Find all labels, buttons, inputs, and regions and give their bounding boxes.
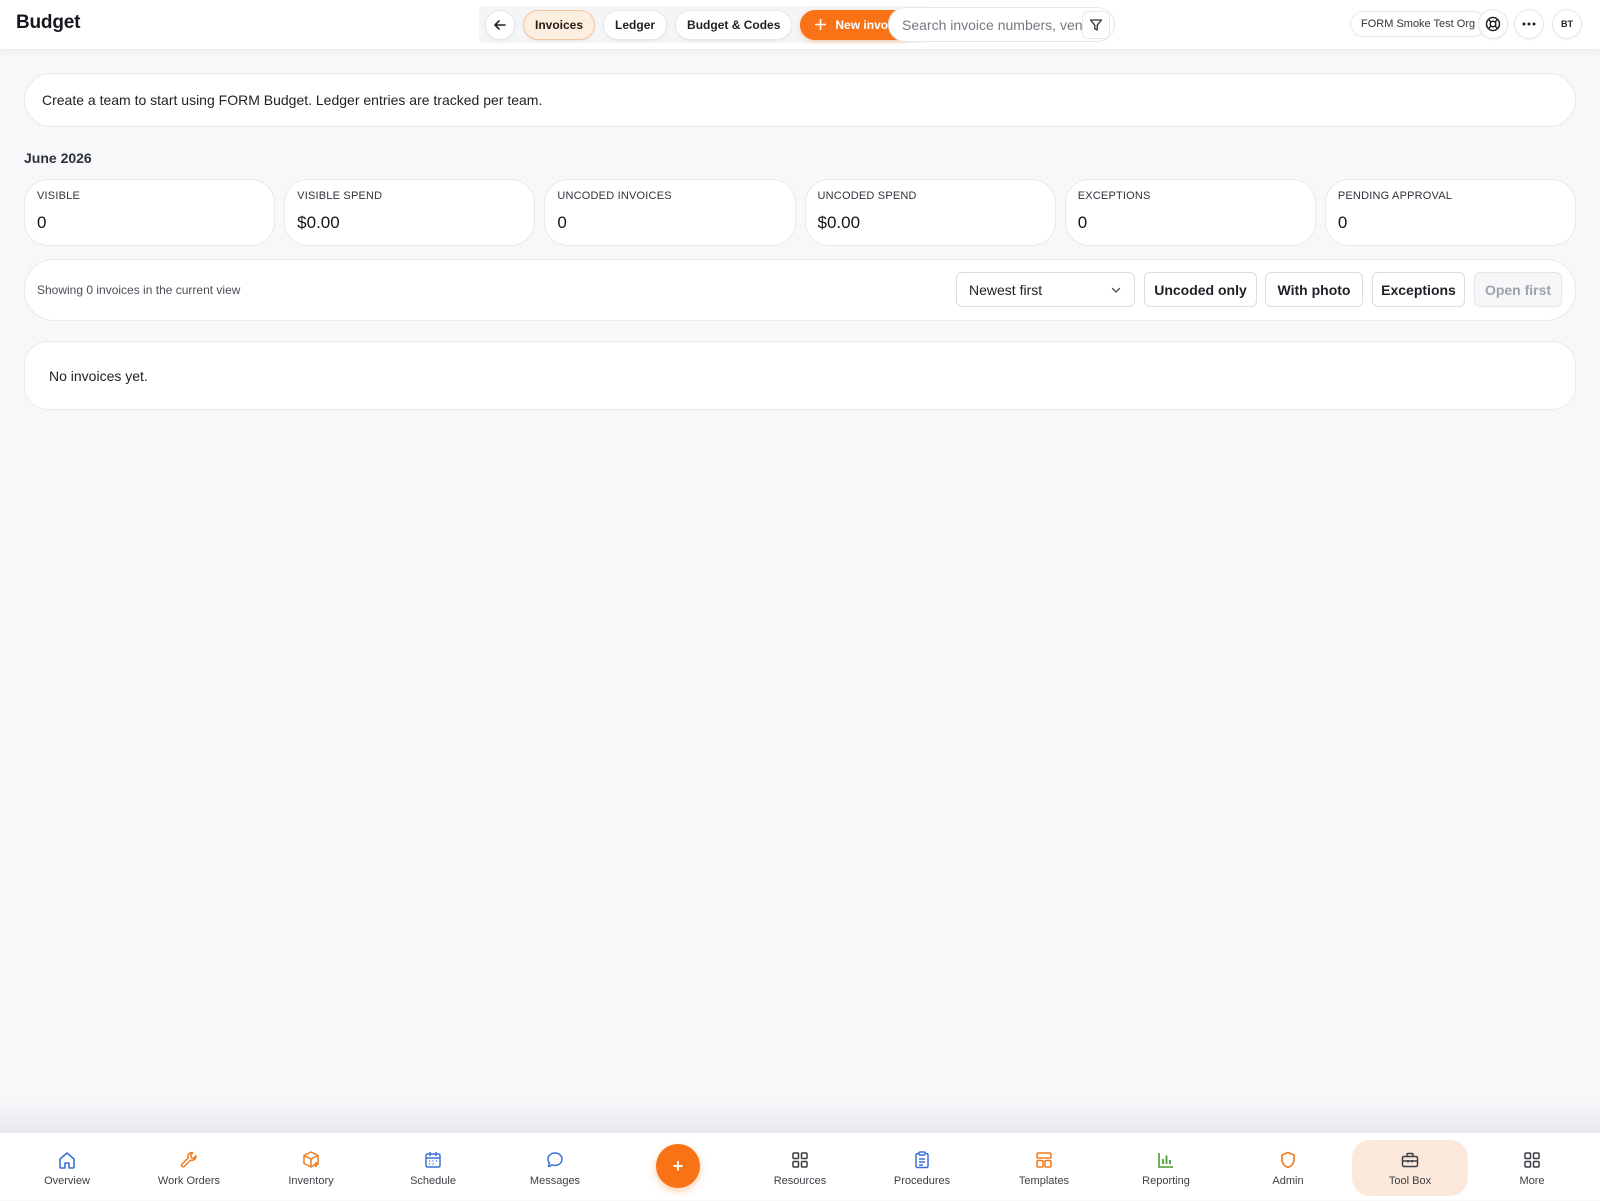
nav-item-schedule[interactable]: Schedule	[373, 1133, 493, 1201]
exceptions-button[interactable]: Exceptions	[1372, 272, 1465, 307]
uncoded-only-button[interactable]: Uncoded only	[1144, 272, 1257, 307]
stat-value: $0.00	[817, 213, 861, 232]
tab-ledger[interactable]: Ledger	[603, 9, 668, 40]
sort-select[interactable]: Newest first	[956, 272, 1135, 307]
layout-icon	[1036, 1152, 1052, 1168]
empty-state-text: No invoices yet.	[49, 367, 148, 384]
stat-value: 0	[557, 213, 567, 232]
quick-add-button[interactable]: +	[656, 1144, 700, 1188]
nav-item-messages[interactable]: Messages	[495, 1133, 615, 1201]
filter-icon	[1089, 19, 1103, 31]
chevron-down-icon	[1111, 287, 1121, 293]
stat-card-visible: VISIBLE 0	[24, 179, 276, 246]
chat-icon	[547, 1152, 563, 1168]
nav-label: Admin	[1272, 1175, 1304, 1187]
bottom-nav: Overview Work Orders Inventory Schedule …	[0, 1132, 1600, 1200]
open-first-button[interactable]: Open first	[1474, 272, 1562, 307]
back-button[interactable]	[485, 9, 515, 40]
user-avatar[interactable]: BT	[1552, 9, 1582, 39]
calendar-icon	[425, 1152, 441, 1168]
stat-label: EXCEPTIONS	[1077, 190, 1151, 202]
nav-label: More	[1519, 1175, 1545, 1187]
nav-label: Reporting	[1142, 1175, 1190, 1187]
stat-card-uncoded-spend: UNCODED SPEND $0.00	[804, 179, 1056, 246]
search-box	[888, 7, 1115, 42]
stat-label: UNCODED INVOICES	[557, 190, 672, 202]
tab-invoices[interactable]: Invoices	[523, 9, 596, 40]
nav-label: Schedule	[410, 1175, 456, 1187]
ellipsis-icon	[1522, 22, 1536, 26]
nav-label: Templates	[1018, 1175, 1070, 1187]
nav-item-templates[interactable]: Templates	[984, 1133, 1104, 1201]
org-switcher[interactable]: FORM Smoke Test Org	[1350, 11, 1487, 37]
home-icon	[59, 1152, 75, 1169]
nav-item-procedures[interactable]: Procedures	[862, 1133, 982, 1201]
nav-label: Procedures	[893, 1175, 951, 1187]
stat-value: $0.00	[297, 213, 340, 232]
nav-label: Inventory	[288, 1175, 334, 1187]
info-banner: Create a team to start using FORM Budget…	[24, 73, 1576, 127]
help-button[interactable]	[1478, 9, 1508, 39]
shield-icon	[1281, 1151, 1295, 1169]
bar-chart-icon	[1158, 1153, 1173, 1168]
filter-button[interactable]	[1082, 11, 1110, 39]
result-count-text: Showing 0 invoices in the current view	[37, 283, 241, 297]
grid-icon	[792, 1152, 808, 1168]
toolbox-icon	[1401, 1152, 1419, 1168]
nav-item-resources[interactable]: Resources	[740, 1133, 860, 1201]
nav-item-reporting[interactable]: Reporting	[1106, 1133, 1226, 1201]
search-input[interactable]	[902, 16, 1082, 33]
nav-item-tool-box[interactable]: Tool Box	[1350, 1133, 1470, 1201]
stat-value: 0	[37, 213, 47, 232]
more-options-button[interactable]	[1514, 9, 1544, 39]
stat-card-uncoded-invoices: UNCODED INVOICES 0	[544, 179, 796, 246]
stat-label: VISIBLE SPEND	[297, 190, 383, 202]
stat-card-exceptions: EXCEPTIONS 0	[1064, 179, 1316, 246]
nav-label: Tool Box	[1388, 1175, 1432, 1187]
top-bar: Budget Invoices Ledger Budget & Codes Ne…	[0, 0, 1600, 49]
clipboard-icon	[915, 1151, 929, 1169]
nav-label: Resources	[773, 1175, 827, 1187]
bottom-fade	[0, 1100, 1600, 1132]
nav-item-more[interactable]: More	[1472, 1133, 1592, 1201]
sort-value: Newest first	[969, 281, 1043, 298]
nav-item-overview[interactable]: Overview	[7, 1133, 127, 1201]
stat-card-visible-spend: VISIBLE SPEND $0.00	[284, 179, 536, 246]
invoice-list-empty: No invoices yet.	[24, 341, 1576, 410]
nav-label: Overview	[44, 1175, 90, 1187]
box-icon	[303, 1151, 319, 1168]
stat-label: VISIBLE	[37, 190, 80, 202]
nav-item-admin[interactable]: Admin	[1228, 1133, 1348, 1201]
arrow-left-icon	[494, 19, 506, 30]
header-nav-group: Invoices Ledger Budget & Codes New invoi…	[479, 6, 926, 43]
nav-label: Messages	[529, 1175, 581, 1187]
nav-label: Work Orders	[157, 1175, 221, 1187]
stat-value: 0	[1337, 213, 1348, 232]
stat-card-pending-approval: PENDING APPROVAL 0	[1324, 179, 1577, 246]
plus-icon	[815, 19, 827, 30]
avatar-initials: BT	[1561, 19, 1573, 29]
nav-item-work-orders[interactable]: Work Orders	[129, 1133, 249, 1201]
stat-label: UNCODED SPEND	[817, 190, 917, 202]
lifebuoy-icon	[1485, 16, 1501, 32]
nav-item-inventory[interactable]: Inventory	[251, 1133, 371, 1201]
page-title: Budget	[16, 12, 81, 33]
stat-value: 0	[1077, 213, 1088, 232]
stat-label: PENDING APPROVAL	[1337, 190, 1453, 202]
with-photo-button[interactable]: With photo	[1265, 272, 1363, 307]
grid-icon	[1524, 1152, 1540, 1168]
banner-text: Create a team to start using FORM Budget…	[42, 92, 543, 108]
invoice-toolbar: Showing 0 invoices in the current view N…	[24, 259, 1576, 321]
stats-row: VISIBLE 0 VISIBLE SPEND $0.00 UNCODED IN…	[24, 179, 1577, 246]
tab-budget-codes[interactable]: Budget & Codes	[675, 9, 793, 40]
period-label: June 2026	[24, 150, 92, 166]
wrench-icon	[180, 1151, 197, 1168]
